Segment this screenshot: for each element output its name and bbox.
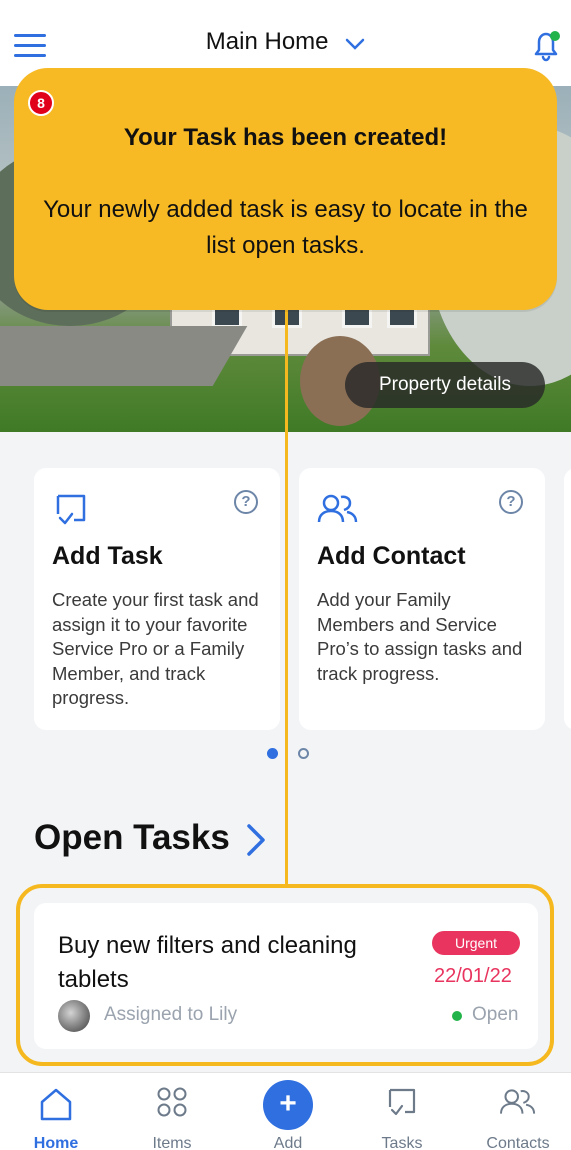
add-contact-card[interactable]: ? Add Contact Add your Family Members an… xyxy=(299,468,545,730)
next-card-peek[interactable] xyxy=(564,468,571,730)
card-description: Create your first task and assign it to … xyxy=(52,589,259,708)
app-screen: Main Home Property details ? Add Task Cr… xyxy=(0,0,571,1150)
home-title: Main Home xyxy=(205,28,329,55)
help-icon[interactable]: ? xyxy=(234,490,258,514)
callout-connector xyxy=(285,306,288,886)
nav-label: Home xyxy=(33,1135,79,1150)
property-details-button[interactable]: Property details xyxy=(345,362,545,408)
nav-items[interactable]: Items xyxy=(122,1073,222,1150)
carousel-dot-active[interactable] xyxy=(267,748,278,759)
home-icon xyxy=(37,1085,75,1128)
nav-label: Add xyxy=(273,1135,303,1150)
nav-label: Contacts xyxy=(486,1135,550,1150)
highlight-frame xyxy=(16,884,554,1066)
home-selector[interactable]: Main Home xyxy=(0,28,571,57)
chevron-right-icon[interactable] xyxy=(244,822,268,863)
contacts-icon xyxy=(317,490,359,533)
items-grid-icon xyxy=(155,1085,189,1124)
driveway-shape xyxy=(0,326,248,386)
tasks-icon xyxy=(385,1085,419,1124)
nav-label: Tasks xyxy=(381,1135,423,1150)
callout-title: Your Task has been created! xyxy=(123,124,448,151)
open-tasks-heading[interactable]: Open Tasks xyxy=(34,818,230,858)
card-title: Add Contact xyxy=(317,542,466,570)
nav-tasks[interactable]: Tasks xyxy=(352,1073,452,1150)
add-task-card[interactable]: ? Add Task Create your first task and as… xyxy=(34,468,280,730)
nav-contacts[interactable]: Contacts xyxy=(468,1073,568,1150)
chevron-down-icon xyxy=(345,29,365,57)
help-icon[interactable]: ? xyxy=(499,490,523,514)
nav-home[interactable]: Home xyxy=(6,1073,106,1150)
carousel-dot[interactable] xyxy=(298,748,309,759)
bell-icon[interactable] xyxy=(528,28,564,69)
card-title: Add Task xyxy=(52,542,163,570)
callout-body: Your newly added task is easy to locate … xyxy=(43,196,528,259)
add-button[interactable]: + xyxy=(263,1080,313,1130)
task-icon xyxy=(52,490,90,533)
card-description: Add your Family Members and Service Pro’… xyxy=(317,589,523,684)
step-badge: 8 xyxy=(28,90,54,116)
tutorial-callout: 8 Your Task has been created! Your newly… xyxy=(14,68,557,310)
contacts-icon xyxy=(499,1085,537,1124)
nav-label: Items xyxy=(152,1135,192,1150)
